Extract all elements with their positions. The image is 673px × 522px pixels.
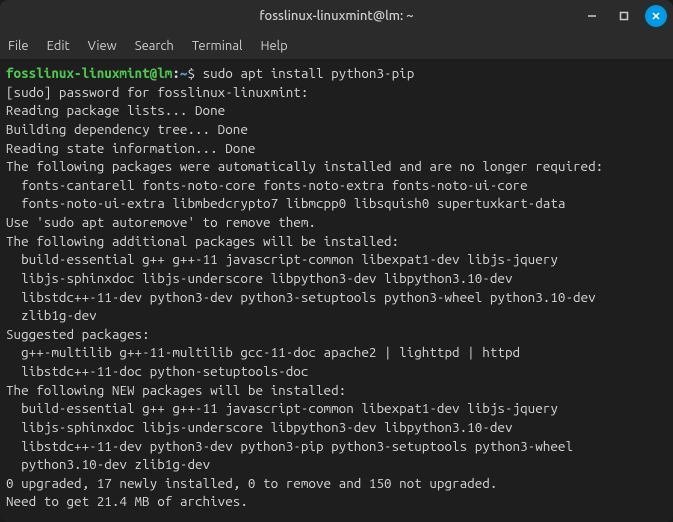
output-line: 0 upgraded, 17 newly installed, 0 to rem… (6, 474, 667, 493)
output-line: Reading state information... Done (6, 139, 667, 158)
titlebar: fosslinux-linuxmint@lm: ~ (0, 0, 673, 32)
output-line: libjs-sphinxdoc libjs-underscore libpyth… (6, 269, 667, 288)
output-line: g++-multilib g++-11-multilib gcc-11-doc … (6, 343, 667, 362)
output-line: Use 'sudo apt autoremove' to remove them… (6, 213, 667, 232)
maximize-button[interactable] (613, 5, 635, 27)
output-line: build-essential g++ g++-11 javascript-co… (6, 250, 667, 269)
close-icon (651, 11, 661, 21)
menu-file[interactable]: File (8, 39, 29, 53)
output-line: The following packages were automaticall… (6, 157, 667, 176)
output-line: libjs-sphinxdoc libjs-underscore libpyth… (6, 418, 667, 437)
output-line: Need to get 21.4 MB of archives. (6, 492, 667, 511)
output-line: python3.10-dev zlib1g-dev (6, 455, 667, 474)
output-line: libstdc++-11-doc python-setuptools-doc (6, 362, 667, 381)
minimize-icon (587, 11, 597, 21)
output-line: Reading package lists... Done (6, 101, 667, 120)
menu-terminal[interactable]: Terminal (192, 39, 243, 53)
window-title: fosslinux-linuxmint@lm: ~ (259, 9, 413, 23)
menubar: File Edit View Search Terminal Help (0, 32, 673, 60)
maximize-icon (619, 11, 629, 21)
prompt-dollar: $ (187, 65, 202, 81)
close-button[interactable] (645, 5, 667, 27)
command-text: sudo apt install python3-pip (203, 65, 415, 81)
menu-view[interactable]: View (88, 39, 117, 53)
output-line: fonts-cantarell fonts-noto-core fonts-no… (6, 176, 667, 195)
output-line: The following additional packages will b… (6, 232, 667, 251)
output-line: libstdc++-11-dev python3-dev python3-set… (6, 288, 667, 307)
output-line: libstdc++-11-dev python3-dev python3-pip… (6, 437, 667, 456)
terminal-window: fosslinux-linuxmint@lm: ~ File Edit View… (0, 0, 673, 522)
output-line: [sudo] password for fosslinux-linuxmint: (6, 83, 667, 102)
output-line: fonts-noto-ui-extra libmbedcrypto7 libmc… (6, 194, 667, 213)
terminal-output[interactable]: fosslinux-linuxmint@lm:~$ sudo apt insta… (0, 60, 673, 522)
output-line: Suggested packages: (6, 325, 667, 344)
minimize-button[interactable] (581, 5, 603, 27)
prompt-line: fosslinux-linuxmint@lm:~$ sudo apt insta… (6, 64, 667, 83)
window-controls (581, 0, 667, 32)
output-line: zlib1g-dev (6, 306, 667, 325)
output-line: Building dependency tree... Done (6, 120, 667, 139)
prompt-colon: : (172, 65, 180, 81)
menu-search[interactable]: Search (135, 39, 174, 53)
output-line: build-essential g++ g++-11 javascript-co… (6, 399, 667, 418)
menu-help[interactable]: Help (260, 39, 287, 53)
menu-edit[interactable]: Edit (47, 39, 70, 53)
output-line: The following NEW packages will be insta… (6, 381, 667, 400)
prompt-user-host: fosslinux-linuxmint@lm (6, 65, 172, 81)
